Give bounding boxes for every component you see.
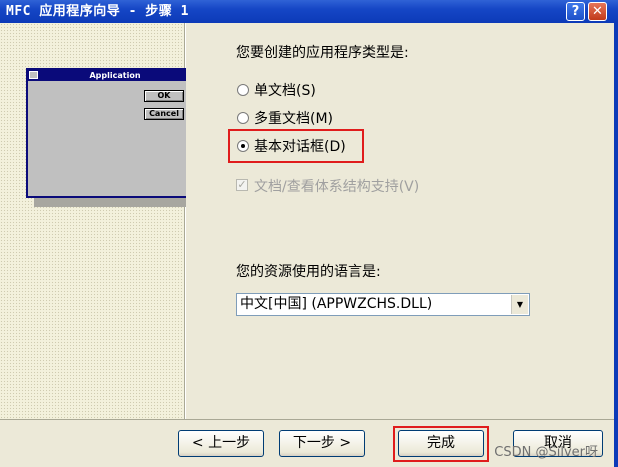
app-type-question: 您要创建的应用程序类型是: [236, 45, 409, 61]
preview-system-menu-icon [29, 71, 38, 79]
wizard-image-panel: Application OK Cancel [0, 23, 211, 419]
close-button[interactable]: ✕ [588, 2, 607, 21]
preview-ok-button: OK [144, 90, 184, 102]
finish-button[interactable]: 完成 [398, 430, 484, 457]
doc-view-checkbox[interactable]: ✓ [236, 179, 248, 191]
preview-cancel-button: Cancel [144, 108, 184, 120]
wizard-content: 您要创建的应用程序类型是: 单文档(S) 多重文档(M) 基本对话框(D) ✓ … [186, 23, 618, 419]
radio-label-single-document[interactable]: 单文档(S) [254, 80, 316, 100]
next-button[interactable]: 下一步 > [279, 430, 365, 457]
help-button[interactable]: ? [566, 2, 585, 21]
language-select-value: 中文[中国] (APPWZCHS.DLL) [240, 296, 433, 312]
preview-title: Application [89, 71, 141, 80]
language-question: 您的资源使用的语言是: [236, 264, 381, 280]
dialog-preview-image: Application OK Cancel [26, 68, 204, 198]
doc-view-label: 文档/查看体系结构支持(V) [254, 179, 420, 195]
radio-label-multiple-documents[interactable]: 多重文档(M) [254, 108, 333, 128]
window-border [614, 23, 618, 467]
radio-dialog-based[interactable] [237, 140, 249, 152]
preview-title-bar: Application [28, 70, 202, 81]
window-title: MFC 应用程序向导 - 步骤 1 [6, 4, 189, 19]
title-bar: MFC 应用程序向导 - 步骤 1 ? ✕ [0, 0, 618, 23]
back-button[interactable]: < 上一步 [178, 430, 264, 457]
chevron-down-icon[interactable]: ▼ [511, 295, 528, 314]
radio-single-document[interactable] [237, 84, 249, 96]
radio-multiple-documents[interactable] [237, 112, 249, 124]
watermark: CSDN @Silver呀 [494, 445, 598, 460]
language-select[interactable]: 中文[中国] (APPWZCHS.DLL) ▼ [236, 293, 530, 316]
radio-label-dialog-based[interactable]: 基本对话框(D) [254, 136, 346, 156]
